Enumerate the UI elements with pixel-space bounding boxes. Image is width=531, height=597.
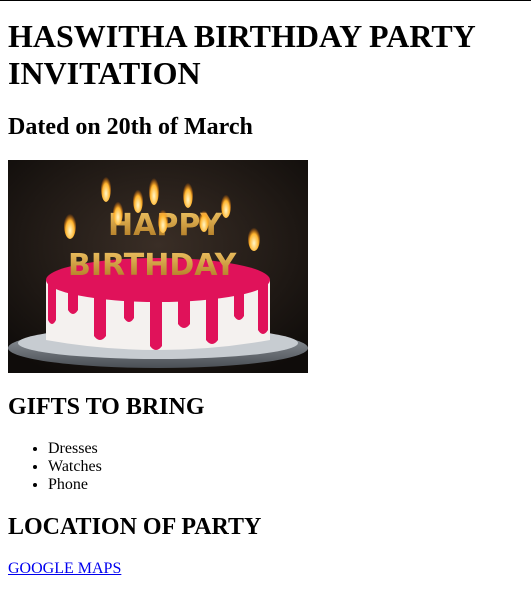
invitation-page: HASWITHA BIRTHDAY PARTY INVITATION Dated… [0,1,531,578]
google-maps-link[interactable]: GOOGLE MAPS [8,560,121,577]
gifts-list: Dresses Watches Phone [8,440,523,494]
list-item: Watches [48,458,523,476]
gifts-heading: GIFTS TO BRING [8,394,205,420]
location-heading: LOCATION OF PARTY [8,514,262,540]
date-heading: Dated on 20th of March [8,114,253,140]
page-title: HASWITHA BIRTHDAY PARTY INVITATION [8,18,475,91]
list-item: Phone [48,476,523,494]
birthday-cake-image: HAPPY BIRTHDAY [8,160,308,373]
svg-text:BIRTHDAY: BIRTHDAY [68,248,238,283]
list-item: Dresses [48,440,523,458]
